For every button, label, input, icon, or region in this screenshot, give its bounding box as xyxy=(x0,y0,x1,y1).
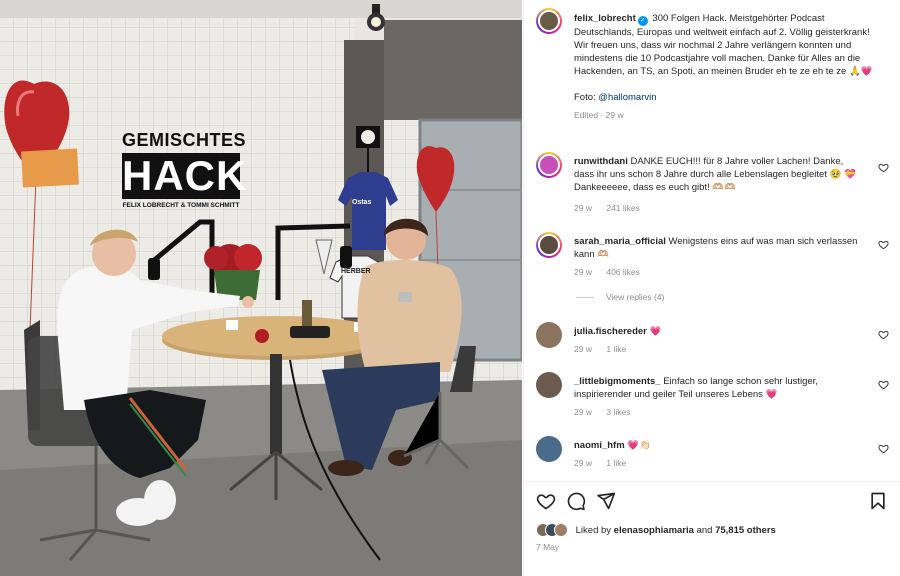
replies-line xyxy=(576,297,594,299)
comment-username[interactable]: julia.fischereder xyxy=(574,326,647,337)
comment-like-heart-icon[interactable] xyxy=(878,162,889,173)
jersey2-text: HERBER xyxy=(341,268,371,275)
like-heart-icon[interactable] xyxy=(536,491,556,511)
photo-credit-label: Foto: xyxy=(574,92,596,103)
comment-username[interactable]: _littlebigmoments_ xyxy=(574,376,661,387)
post-photo[interactable]: GEMISCHTES HACK FELIX LOBRECHT & TOMMI S… xyxy=(0,0,522,576)
author-avatar[interactable] xyxy=(536,8,562,34)
comment-time: 29 w xyxy=(574,407,592,417)
comment-meta: 29 w 1 like xyxy=(574,344,638,354)
comment-likes[interactable]: 241 likes xyxy=(606,203,640,213)
comment-avatar[interactable] xyxy=(536,152,562,178)
jersey-text: Ostas xyxy=(352,199,372,206)
share-send-icon[interactable] xyxy=(596,491,616,511)
comment-time: 29 w xyxy=(574,267,592,277)
comment-time: 29 w xyxy=(574,203,592,213)
view-replies-label: View replies (4) xyxy=(606,292,665,302)
comment-text-block: _littlebigmoments_ Einfach so lange scho… xyxy=(574,375,864,401)
liked-by-prefix: Liked by xyxy=(575,524,612,536)
liked-by-and: and xyxy=(696,524,713,536)
comment-text-block: sarah_maria_official Wenigstens eins auf… xyxy=(574,235,864,261)
comment-text-block: julia.fischereder 💗 xyxy=(574,325,864,338)
sign-main-text: HACK xyxy=(122,152,248,199)
podcast-sign: GEMISCHTES HACK FELIX LOBRECHT & TOMMI S… xyxy=(122,130,248,209)
author-username[interactable]: felix_lobrecht xyxy=(574,13,636,24)
comment-meta: 29 w 406 likes xyxy=(574,267,652,277)
post-caption: felix_lobrecht ✓ 300 Folgen Hack. Meistge… xyxy=(574,12,879,122)
comment-avatar[interactable] xyxy=(536,232,562,258)
liker-avatar xyxy=(554,523,568,537)
comment-likes[interactable]: 1 like xyxy=(606,458,626,468)
view-replies-button[interactable]: View replies (4) xyxy=(576,292,664,302)
liked-by-others[interactable]: 75,815 others xyxy=(715,525,776,536)
comment-like-heart-icon[interactable] xyxy=(878,443,889,454)
edited-meta: Edited · 29 w xyxy=(574,110,624,120)
comment-like-heart-icon[interactable] xyxy=(878,329,889,340)
verified-badge-icon: ✓ xyxy=(637,16,648,26)
comment-like-heart-icon[interactable] xyxy=(878,239,889,250)
post-action-bar xyxy=(536,491,888,513)
comment-likes[interactable]: 406 likes xyxy=(606,267,640,277)
comment-avatar[interactable] xyxy=(536,372,562,398)
comment-username[interactable]: sarah_maria_official xyxy=(574,236,666,247)
likes-summary[interactable]: Liked by elenasophiamaria and 75,815 oth… xyxy=(536,523,776,537)
comment-avatar[interactable] xyxy=(536,322,562,348)
photo-credit-link[interactable]: @hallomarvin xyxy=(598,92,656,103)
comment-bubble-icon[interactable] xyxy=(566,491,586,511)
comment-username[interactable]: runwithdani xyxy=(574,156,628,167)
comment-text: 💗👏🏻 xyxy=(627,440,651,451)
post-detail-panel: felix_lobrecht ✓ 300 Folgen Hack. Meistge… xyxy=(523,0,900,576)
liked-by-user[interactable]: elenasophiamaria xyxy=(614,525,694,536)
comment-meta: 29 w 241 likes xyxy=(574,203,652,213)
comment-like-heart-icon[interactable] xyxy=(878,379,889,390)
comment-likes[interactable]: 1 like xyxy=(606,344,626,354)
comment-avatar[interactable] xyxy=(536,436,562,462)
comment-text-block: runwithdani DANKE EUCH!!! für 8 Jahre vo… xyxy=(574,155,864,194)
photo-scene xyxy=(0,0,522,576)
comment-likes[interactable]: 3 likes xyxy=(606,407,630,417)
post-date[interactable]: 7 May xyxy=(536,542,559,552)
comment-text-block: naomi_hfm 💗👏🏻 xyxy=(574,439,864,452)
comment-time: 29 w xyxy=(574,458,592,468)
sign-top-text: GEMISCHTES xyxy=(122,130,247,150)
comment-meta: 29 w 3 likes xyxy=(574,407,642,417)
comment-username[interactable]: naomi_hfm xyxy=(574,440,625,451)
comment-meta: 29 w 1 like xyxy=(574,458,638,468)
comment-text: 💗 xyxy=(649,326,662,337)
bookmark-icon[interactable] xyxy=(868,491,888,511)
sign-sub-text: FELIX LOBRECHT & TOMMI SCHMITT xyxy=(122,202,240,209)
comment-time: 29 w xyxy=(574,344,592,354)
actions-divider xyxy=(524,481,900,482)
